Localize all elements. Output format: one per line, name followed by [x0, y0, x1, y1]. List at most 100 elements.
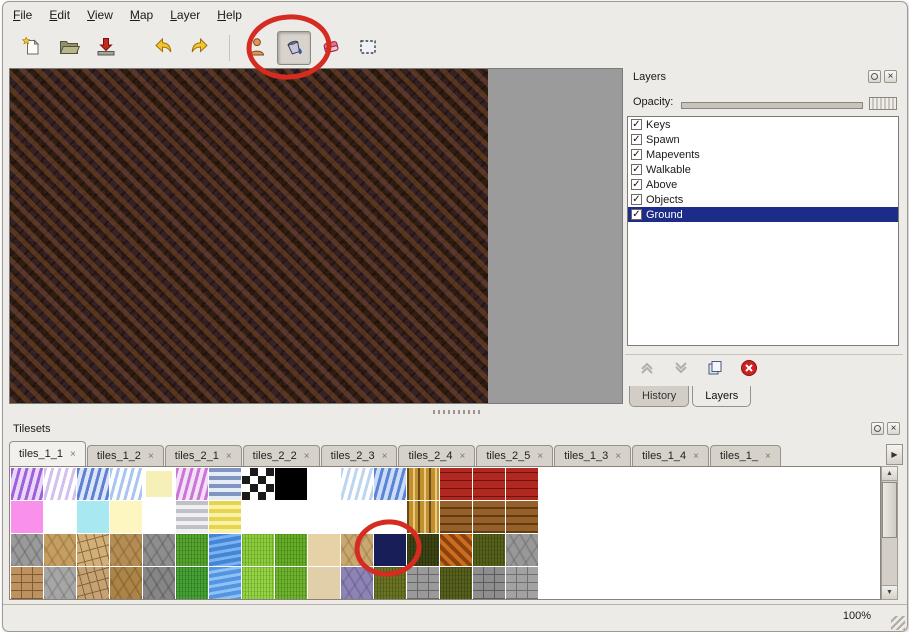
undo-button[interactable]	[146, 31, 180, 65]
layer-row-objects[interactable]: ✓Objects	[628, 192, 898, 207]
panel-tab-history[interactable]: History	[629, 386, 689, 407]
palette-tile-r0-c3[interactable]	[110, 468, 142, 500]
palette-tile-r1-c7[interactable]	[242, 501, 274, 533]
palette-tile-r1-c0[interactable]	[11, 501, 43, 533]
palette-tile-r1-c9[interactable]	[308, 501, 340, 533]
fill-tool-button[interactable]	[277, 31, 311, 65]
layers-panel-float-button[interactable]	[868, 70, 881, 83]
palette-tile-r2-c11[interactable]	[374, 534, 406, 566]
palette-tile-r2-c10[interactable]	[341, 534, 373, 566]
palette-tile-r2-c4[interactable]	[143, 534, 175, 566]
palette-tile-r1-c14[interactable]	[473, 501, 505, 533]
palette-tile-r2-c1[interactable]	[44, 534, 76, 566]
palette-tile-r3-c2[interactable]	[77, 567, 109, 599]
palette-tile-r3-c4[interactable]	[143, 567, 175, 599]
palette-tile-r0-c0[interactable]	[11, 468, 43, 500]
palette-tile-r1-c15[interactable]	[506, 501, 538, 533]
new-map-button[interactable]	[15, 31, 49, 65]
palette-tile-r2-c12[interactable]	[407, 534, 439, 566]
menu-help[interactable]: Help	[217, 2, 242, 28]
raise-layer-button[interactable]	[637, 360, 657, 380]
eraser-tool-button[interactable]	[314, 31, 348, 65]
palette-tile-r2-c3[interactable]	[110, 534, 142, 566]
layer-row-above[interactable]: ✓Above	[628, 177, 898, 192]
palette-tile-r2-c9[interactable]	[308, 534, 340, 566]
palette-tile-r0-c1[interactable]	[44, 468, 76, 500]
palette-tile-r1-c8[interactable]	[275, 501, 307, 533]
palette-tile-r3-c5[interactable]	[176, 567, 208, 599]
palette-tile-r2-c8[interactable]	[275, 534, 307, 566]
palette-tile-r0-c2[interactable]	[77, 468, 109, 500]
layer-visibility-checkbox[interactable]: ✓	[631, 164, 642, 175]
palette-tile-r0-c7[interactable]	[242, 468, 274, 500]
palette-tile-r0-c9[interactable]	[308, 468, 340, 500]
tileset-tab-tiles_1_1[interactable]: tiles_1_1×	[9, 441, 86, 466]
tab-close-icon[interactable]: ×	[226, 451, 232, 462]
tab-close-icon[interactable]: ×	[765, 451, 771, 462]
palette-tile-r1-c2[interactable]	[77, 501, 109, 533]
palette-tile-r3-c3[interactable]	[110, 567, 142, 599]
tilesets-panel-close-button[interactable]: ×	[887, 422, 900, 435]
delete-layer-button[interactable]	[739, 360, 759, 380]
layer-row-spawn[interactable]: ✓Spawn	[628, 132, 898, 147]
layer-visibility-checkbox[interactable]: ✓	[631, 119, 642, 130]
palette-tile-r1-c6[interactable]	[209, 501, 241, 533]
scroll-up-button[interactable]: ▲	[882, 467, 897, 481]
tilesets-panel-float-button[interactable]	[871, 422, 884, 435]
opacity-slider[interactable]	[681, 102, 863, 109]
palette-tile-r0-c15[interactable]	[506, 468, 538, 500]
duplicate-layer-button[interactable]	[705, 360, 725, 380]
tileset-tab-tiles_2_2[interactable]: tiles_2_2×	[243, 445, 320, 466]
layer-row-ground[interactable]: ✓Ground	[628, 207, 898, 222]
splitter-grip-handle[interactable]	[433, 410, 481, 414]
palette-tile-r1-c13[interactable]	[440, 501, 472, 533]
tileset-tab-tiles_1_3[interactable]: tiles_1_3×	[554, 445, 631, 466]
tab-close-icon[interactable]: ×	[70, 449, 76, 460]
save-map-button[interactable]	[89, 31, 123, 65]
palette-tile-r0-c8[interactable]	[275, 468, 307, 500]
layer-row-keys[interactable]: ✓Keys	[628, 117, 898, 132]
tab-close-icon[interactable]: ×	[382, 451, 388, 462]
tileset-tab-tiles_1_4[interactable]: tiles_1_4×	[632, 445, 709, 466]
layer-visibility-checkbox[interactable]: ✓	[631, 134, 642, 145]
redo-button[interactable]	[183, 31, 217, 65]
select-tool-button[interactable]	[351, 31, 385, 65]
player-tool-button[interactable]	[240, 31, 274, 65]
palette-tile-r2-c6[interactable]	[209, 534, 241, 566]
window-resize-grip[interactable]	[891, 616, 905, 630]
palette-scrollbar[interactable]: ▲ ▼	[881, 466, 898, 600]
layer-visibility-checkbox[interactable]: ✓	[631, 149, 642, 160]
opacity-slider-handle[interactable]	[869, 97, 897, 110]
layer-visibility-checkbox[interactable]: ✓	[631, 194, 642, 205]
tileset-tab-tiles_2_4[interactable]: tiles_2_4×	[398, 445, 475, 466]
palette-tile-r0-c13[interactable]	[440, 468, 472, 500]
tileset-tab-tiles_1_2[interactable]: tiles_1_2×	[87, 445, 164, 466]
palette-tile-r3-c8[interactable]	[275, 567, 307, 599]
palette-tile-r0-c12[interactable]	[407, 468, 439, 500]
layer-row-walkable[interactable]: ✓Walkable	[628, 162, 898, 177]
palette-tile-r1-c5[interactable]	[176, 501, 208, 533]
menu-edit[interactable]: Edit	[49, 2, 70, 28]
lower-layer-button[interactable]	[671, 360, 691, 380]
palette-tile-r3-c14[interactable]	[473, 567, 505, 599]
palette-tile-r2-c5[interactable]	[176, 534, 208, 566]
palette-tile-r2-c7[interactable]	[242, 534, 274, 566]
tab-close-icon[interactable]: ×	[460, 451, 466, 462]
palette-tile-r3-c0[interactable]	[11, 567, 43, 599]
palette-tile-r1-c4[interactable]	[143, 501, 175, 533]
layer-row-mapevents[interactable]: ✓Mapevents	[628, 147, 898, 162]
menu-map[interactable]: Map	[130, 2, 153, 28]
palette-tile-r3-c11[interactable]	[374, 567, 406, 599]
palette-tile-r3-c1[interactable]	[44, 567, 76, 599]
tileset-tab-tiles_2_3[interactable]: tiles_2_3×	[321, 445, 398, 466]
palette-tile-r1-c1[interactable]	[44, 501, 76, 533]
palette-tile-r0-c10[interactable]	[341, 468, 373, 500]
palette-tile-r3-c6[interactable]	[209, 567, 241, 599]
open-map-button[interactable]	[52, 31, 86, 65]
palette-tile-r0-c6[interactable]	[209, 468, 241, 500]
palette-tile-r2-c13[interactable]	[440, 534, 472, 566]
palette-tile-r0-c11[interactable]	[374, 468, 406, 500]
palette-tile-r1-c11[interactable]	[374, 501, 406, 533]
tileset-tab-tiles_1_[interactable]: tiles_1_×	[710, 445, 781, 466]
palette-tile-r3-c13[interactable]	[440, 567, 472, 599]
